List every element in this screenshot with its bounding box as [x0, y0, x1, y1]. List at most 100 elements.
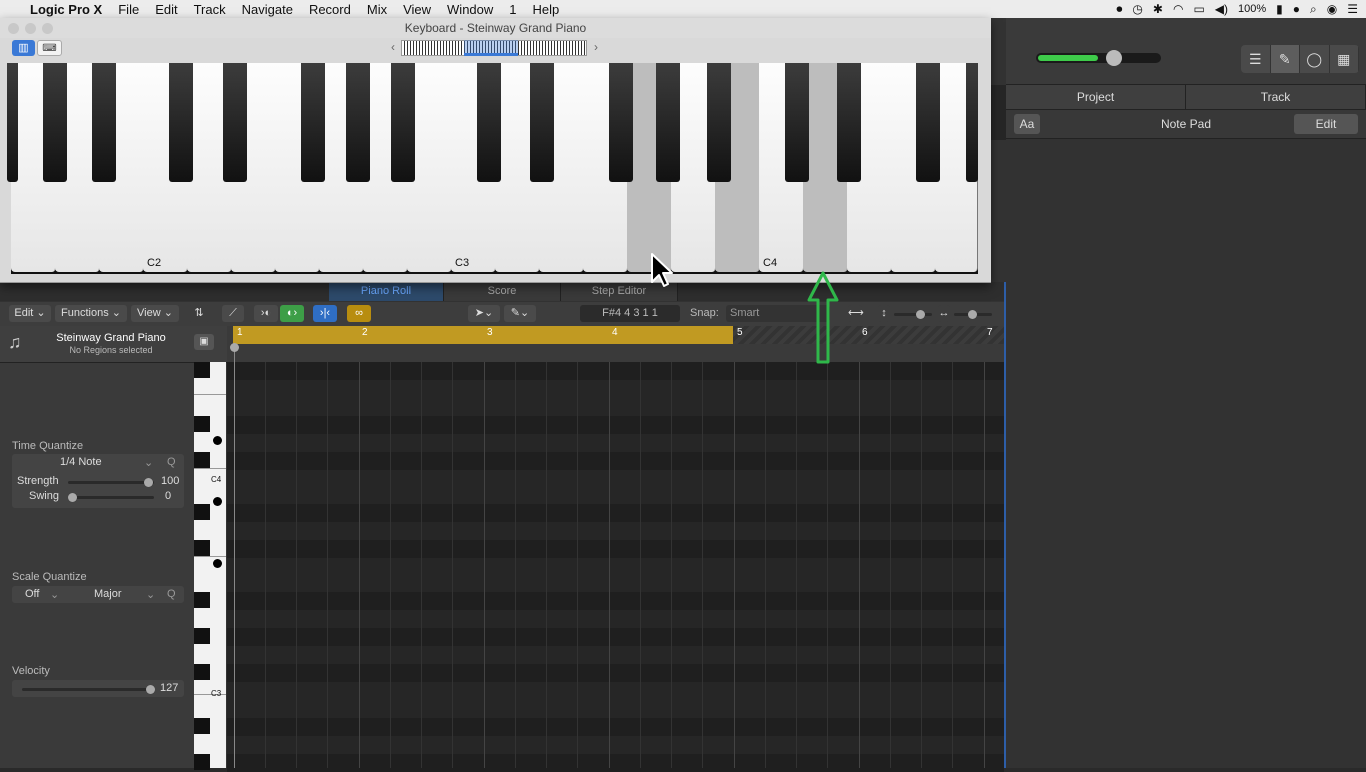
midi-out-icon[interactable]: ◐› — [280, 305, 304, 322]
horizontal-zoom-icon[interactable]: ↔ — [938, 305, 950, 322]
strength-slider[interactable] — [68, 478, 154, 487]
list-editors-icon[interactable]: ☰ — [1241, 45, 1271, 73]
region-button[interactable]: ▣ — [194, 334, 214, 350]
black-key[interactable] — [966, 63, 978, 182]
strength-thumb[interactable] — [144, 478, 153, 487]
menu-navigate[interactable]: Navigate — [234, 2, 301, 17]
functions-menu-button[interactable]: Functions ⌄ — [55, 305, 127, 322]
velocity-slider[interactable] — [22, 685, 155, 694]
horizontal-zoom-slider[interactable] — [954, 310, 992, 319]
tab-track[interactable]: Track — [1186, 85, 1366, 109]
bluetooth-icon[interactable]: ✱ — [1153, 2, 1163, 16]
black-key[interactable] — [92, 63, 116, 182]
siri-icon[interactable]: ◉ — [1327, 2, 1337, 16]
tab-project[interactable]: Project — [1006, 85, 1186, 109]
black-key[interactable] — [169, 63, 193, 182]
black-key[interactable] — [194, 540, 210, 556]
black-key[interactable] — [346, 63, 370, 182]
screen-record-icon[interactable]: ⏺ — [1116, 2, 1122, 17]
volume-icon[interactable]: ◀) — [1215, 2, 1228, 16]
black-key[interactable] — [194, 504, 210, 520]
cycle-region[interactable] — [233, 326, 733, 344]
black-key[interactable] — [223, 63, 247, 182]
master-volume-slider[interactable] — [1106, 50, 1122, 66]
black-key[interactable] — [656, 63, 680, 182]
browser-icon[interactable]: ▦ — [1330, 45, 1359, 73]
menu-mix[interactable]: Mix — [359, 2, 395, 17]
spotlight-icon[interactable]: ⌕ — [1310, 2, 1317, 17]
font-button[interactable]: Aa — [1014, 114, 1040, 134]
menu-window[interactable]: Window — [439, 2, 501, 17]
menu-view[interactable]: View — [395, 2, 439, 17]
pencil-tool-icon[interactable]: ✎⌄ — [504, 305, 536, 322]
user-icon[interactable]: ● — [1293, 2, 1300, 16]
bar-ruler[interactable]: 1 2 3 4 5 6 7 — [227, 326, 1004, 362]
black-key[interactable] — [43, 63, 67, 182]
octave-right-icon[interactable]: › — [594, 40, 598, 54]
catch-playhead-icon[interactable]: ›|‹ — [313, 305, 337, 322]
wifi-icon[interactable]: ◠ — [1173, 2, 1183, 16]
black-key[interactable] — [707, 63, 731, 182]
typing-mode-icon[interactable]: ⌨ — [37, 40, 62, 56]
quantize-q-button[interactable]: Q — [167, 456, 176, 468]
black-key[interactable] — [7, 63, 18, 182]
vertical-zoom-icon[interactable]: ↕ — [878, 305, 890, 322]
menu-help[interactable]: Help — [525, 2, 568, 17]
black-key[interactable] — [391, 63, 415, 182]
vertical-zoom-slider[interactable] — [894, 310, 932, 319]
note-pad-icon[interactable]: ✎ — [1270, 45, 1300, 73]
battery-icon[interactable]: ▮ — [1276, 2, 1283, 16]
black-key[interactable] — [301, 63, 325, 182]
scale-type-dropdown[interactable]: Major — [94, 588, 122, 600]
time-quantize-dropdown[interactable]: 1/4 Note — [60, 456, 102, 468]
fit-icon[interactable]: ⟷ — [848, 305, 864, 322]
black-key[interactable] — [916, 63, 940, 182]
scale-root-dropdown[interactable]: Off — [25, 588, 39, 600]
midi-in-icon[interactable]: ›◐ — [254, 305, 278, 322]
time-machine-icon[interactable]: ◷ — [1132, 2, 1142, 16]
loop-browser-icon[interactable]: ◯ — [1300, 45, 1330, 73]
menu-edit[interactable]: Edit — [147, 2, 185, 17]
black-key[interactable] — [194, 452, 210, 468]
tab-piano-roll[interactable]: Piano Roll — [329, 282, 444, 301]
black-key[interactable] — [194, 592, 210, 608]
black-key[interactable] — [194, 416, 210, 432]
black-key[interactable] — [785, 63, 809, 182]
link-icon[interactable]: ∞ — [347, 305, 371, 322]
edit-button[interactable]: Edit — [1294, 114, 1358, 134]
collapse-icon[interactable]: ⇅ — [188, 305, 210, 322]
airplay-icon[interactable]: ▭ — [1193, 2, 1204, 16]
note-grid[interactable] — [227, 362, 1004, 772]
view-menu-button[interactable]: View ⌄ — [131, 305, 179, 322]
tab-score[interactable]: Score — [444, 282, 561, 301]
black-key[interactable] — [477, 63, 501, 182]
octave-left-icon[interactable]: ‹ — [391, 40, 395, 54]
vertical-zoom-thumb[interactable] — [916, 310, 925, 319]
app-menu[interactable]: Logic Pro X — [22, 2, 110, 17]
menu-file[interactable]: File — [110, 2, 147, 17]
menu-record[interactable]: Record — [301, 2, 359, 17]
velocity-thumb[interactable] — [146, 685, 155, 694]
scale-q-button[interactable]: Q — [167, 588, 176, 600]
swing-thumb[interactable] — [68, 493, 77, 502]
menu-1[interactable]: 1 — [501, 2, 524, 17]
notification-center-icon[interactable]: ☰ — [1347, 2, 1358, 16]
menu-track[interactable]: Track — [186, 2, 234, 17]
black-key[interactable] — [194, 718, 210, 734]
edit-menu-button[interactable]: Edit ⌄ — [9, 305, 51, 322]
black-key[interactable] — [530, 63, 554, 182]
black-key[interactable] — [837, 63, 861, 182]
pointer-tool-icon[interactable]: ➤⌄ — [468, 305, 500, 322]
black-key[interactable] — [194, 362, 210, 378]
piano-mode-icon[interactable]: ▥ — [12, 40, 35, 56]
keyboard-overview-selection[interactable] — [464, 40, 518, 56]
playhead-handle[interactable] — [230, 343, 239, 352]
horizontal-zoom-thumb[interactable] — [968, 310, 977, 319]
black-key[interactable] — [609, 63, 633, 182]
swing-slider[interactable] — [68, 493, 154, 502]
playhead[interactable] — [234, 343, 235, 768]
black-key[interactable] — [194, 664, 210, 680]
automation-icon[interactable]: ⟋ — [222, 305, 244, 322]
black-key[interactable] — [194, 628, 210, 644]
window-titlebar[interactable]: Keyboard - Steinway Grand Piano — [0, 18, 991, 38]
